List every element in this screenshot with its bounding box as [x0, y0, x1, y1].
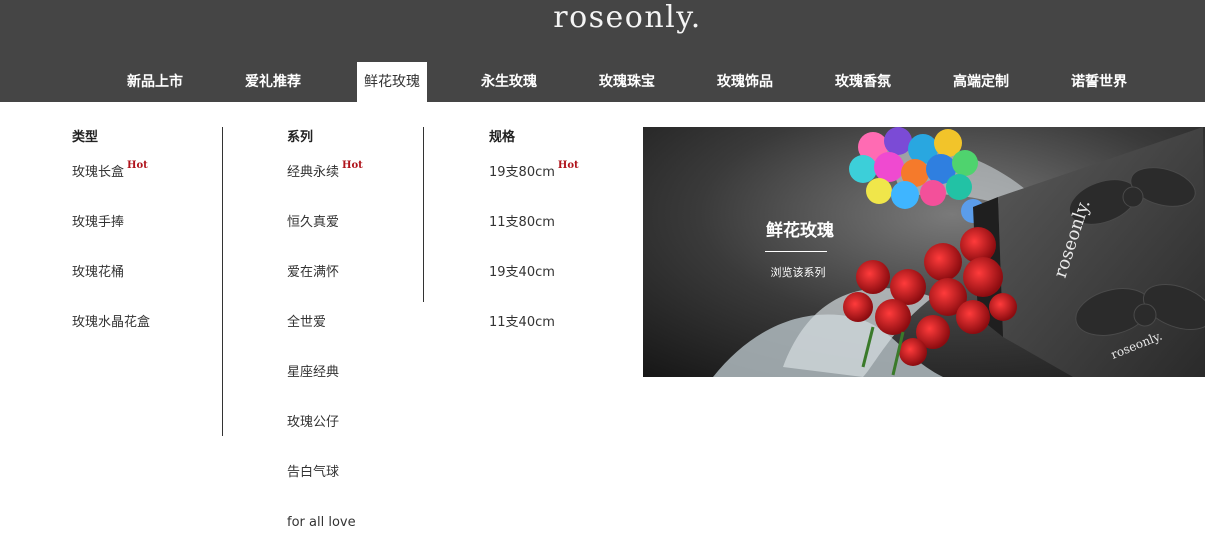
menu-column-type: 类型 玫瑰长盒 Hot 玫瑰手捧 玫瑰花桶 玫瑰水晶花盒: [72, 128, 212, 348]
nav-item-world[interactable]: 诺誓世界: [1053, 62, 1145, 102]
menu-link-11-40[interactable]: 11支40cm: [489, 313, 619, 348]
nav-item-accessories[interactable]: 玫瑰饰品: [699, 62, 791, 102]
column-divider: [222, 127, 223, 436]
column-divider: [423, 127, 424, 302]
brand-logo[interactable]: roseonly.: [0, 0, 1205, 44]
nav-item-recommend[interactable]: 爱礼推荐: [227, 62, 319, 102]
browse-series-link[interactable]: 浏览该系列: [760, 264, 836, 280]
menu-column-title: 系列: [287, 130, 314, 145]
hot-badge: Hot: [342, 160, 363, 171]
nav-item-fresh-roses[interactable]: 鲜花玫瑰: [357, 62, 427, 102]
menu-link-classic[interactable]: 经典永续 Hot: [287, 160, 417, 198]
banner-divider: [765, 251, 827, 252]
nav-item-jewelry[interactable]: 玫瑰珠宝: [581, 62, 673, 102]
menu-link-19-40[interactable]: 19支40cm: [489, 263, 619, 298]
menu-link-zodiac[interactable]: 星座经典: [287, 363, 417, 398]
menu-link-11-80[interactable]: 11支80cm: [489, 213, 619, 248]
menu-link-19-80[interactable]: 19支80cm Hot: [489, 160, 619, 198]
menu-column-title: 规格: [489, 130, 516, 145]
site-header: roseonly. 新品上市 爱礼推荐 鲜花玫瑰 永生玫瑰 玫瑰珠宝 玫瑰饰品 …: [0, 0, 1205, 102]
rose-box-illustration: roseonly. roseonly.: [643, 127, 1205, 377]
nav-item-custom[interactable]: 高端定制: [935, 62, 1027, 102]
nav-item-fragrance[interactable]: 玫瑰香氛: [817, 62, 909, 102]
menu-column-series: 系列 经典永续 Hot 恒久真爱 爱在满怀 全世爱 星座经典 玫瑰公仔 告白气球 …: [287, 128, 417, 548]
menu-link-embrace[interactable]: 爱在满怀: [287, 263, 417, 298]
menu-link-balloon[interactable]: 告白气球: [287, 463, 417, 498]
menu-link-whole-world[interactable]: 全世爱: [287, 313, 417, 348]
menu-link-bucket[interactable]: 玫瑰花桶: [72, 263, 212, 298]
hot-badge: Hot: [127, 160, 148, 171]
hot-badge: Hot: [557, 160, 579, 171]
menu-link-bouquet[interactable]: 玫瑰手捧: [72, 213, 212, 248]
promo-banner[interactable]: roseonly. roseonly.: [643, 127, 1205, 377]
menu-link-forever[interactable]: 恒久真爱: [287, 213, 417, 248]
menu-column-spec: 规格 19支80cm Hot 11支80cm 19支40cm 11支40cm: [489, 128, 619, 348]
menu-link-for-all-love[interactable]: for all love: [287, 513, 417, 548]
menu-link-doll[interactable]: 玫瑰公仔: [287, 413, 417, 448]
nav-item-new[interactable]: 新品上市: [109, 62, 201, 102]
nav-item-eternal-roses[interactable]: 永生玫瑰: [463, 62, 555, 102]
banner-title: 鲜花玫瑰: [766, 221, 834, 241]
main-nav: 新品上市 爱礼推荐 鲜花玫瑰 永生玫瑰 玫瑰珠宝 玫瑰饰品 玫瑰香氛 高端定制 …: [0, 62, 1205, 102]
menu-link-crystal-box[interactable]: 玫瑰水晶花盒: [72, 313, 212, 348]
menu-link-long-box[interactable]: 玫瑰长盒 Hot: [72, 160, 212, 198]
menu-column-title: 类型: [72, 130, 99, 145]
